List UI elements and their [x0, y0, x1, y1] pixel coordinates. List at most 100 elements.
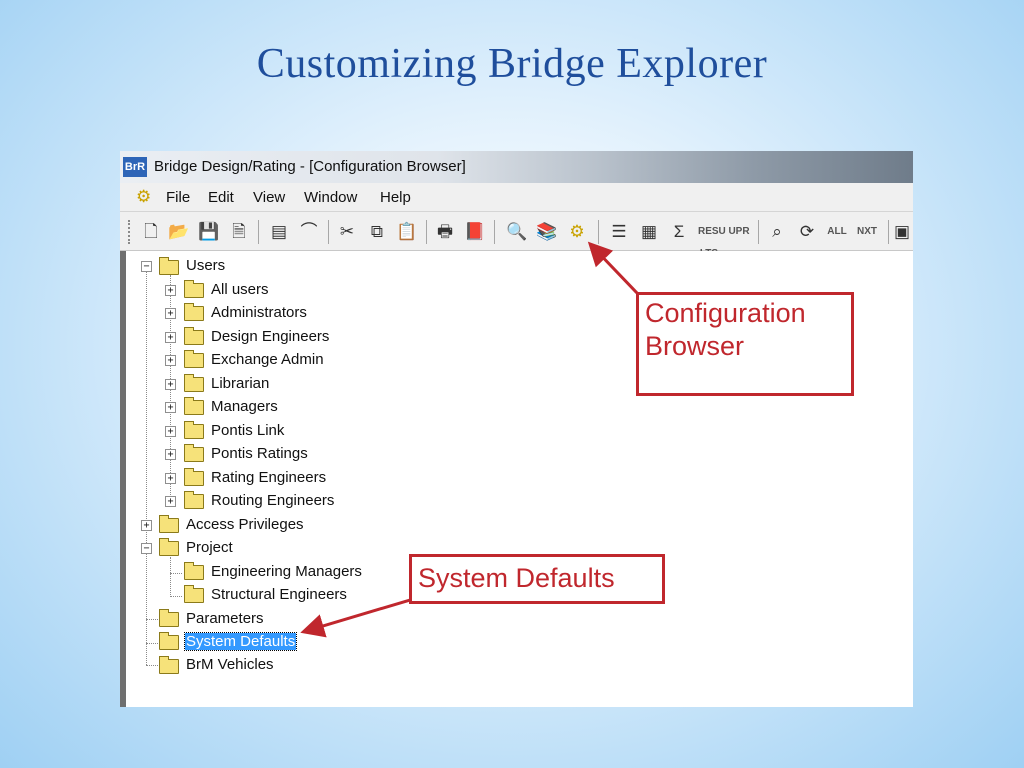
tree-connector: [170, 573, 182, 574]
menu-bar: ⚙ File Edit View Window Help: [120, 183, 913, 212]
tree-connector: [146, 665, 158, 666]
tree-node-exchange-admin[interactable]: Exchange Admin: [211, 351, 324, 368]
tree-connector: [146, 643, 158, 644]
folder-icon: [159, 609, 179, 627]
toolbar-separator: [494, 220, 495, 244]
tree-node-administrators[interactable]: Administrators: [211, 304, 307, 321]
open-folder-icon[interactable]: 📂: [168, 221, 190, 243]
tree-node-routing-engineers[interactable]: Routing Engineers: [211, 492, 334, 509]
menu-view[interactable]: View: [253, 189, 285, 206]
cut-icon[interactable]: ✂: [336, 221, 358, 243]
tree-connector: [146, 619, 158, 620]
table-icon[interactable]: ▦: [638, 221, 660, 243]
collapse-users-icon[interactable]: −: [141, 261, 152, 272]
toolbar-separator: [258, 220, 259, 244]
title-bar[interactable]: BrR Bridge Design/Rating - [Configuratio…: [120, 151, 913, 183]
app-icon: BrR: [123, 157, 147, 177]
folder-icon: [184, 421, 204, 439]
save-properties-icon[interactable]: 🗎: [228, 221, 250, 243]
all-button[interactable]: ALL: [826, 221, 848, 243]
tree-node-system-defaults[interactable]: System Defaults: [183, 632, 298, 651]
summation-icon[interactable]: Σ: [668, 221, 690, 243]
tree-node-librarian[interactable]: Librarian: [211, 375, 269, 392]
tree-node-all-users[interactable]: All users: [211, 281, 269, 298]
tree-node-managers[interactable]: Managers: [211, 398, 278, 415]
expand-icon[interactable]: +: [165, 285, 176, 296]
toolbar-separator: [888, 220, 889, 244]
folder-icon: [159, 538, 179, 556]
tree-left-border: [120, 251, 126, 707]
bridge-folder-icon[interactable]: ▤: [268, 221, 290, 243]
copy-icon[interactable]: ⧉: [366, 221, 388, 243]
window-title: Bridge Design/Rating - [Configuration Br…: [154, 158, 466, 175]
folder-icon: [184, 350, 204, 368]
folder-icon: [159, 257, 179, 275]
folder-icon: [184, 444, 204, 462]
expand-icon[interactable]: +: [165, 449, 176, 460]
expand-icon[interactable]: +: [165, 426, 176, 437]
expand-icon[interactable]: +: [165, 402, 176, 413]
tree-connector: [146, 265, 147, 665]
paste-icon[interactable]: 📋: [396, 221, 418, 243]
folder-icon: [184, 303, 204, 321]
folder-icon: [184, 397, 204, 415]
callout-configuration-browser: Configuration Browser: [636, 292, 854, 396]
toolbar-separator: [758, 220, 759, 244]
toolbar-separator: [328, 220, 329, 244]
menu-window[interactable]: Window: [304, 189, 357, 206]
tree-node-engineering-managers[interactable]: Engineering Managers: [211, 563, 362, 580]
bridge-icon[interactable]: ⌒: [298, 221, 320, 243]
tree-node-pontis-ratings[interactable]: Pontis Ratings: [211, 445, 308, 462]
expand-icon[interactable]: +: [141, 520, 152, 531]
expand-icon[interactable]: +: [165, 473, 176, 484]
slide-title: Customizing Bridge Explorer: [256, 41, 768, 87]
folder-icon: [159, 656, 179, 674]
refresh-icon[interactable]: ⟳: [796, 221, 818, 243]
tree-node-access-privileges[interactable]: Access Privileges: [186, 516, 304, 533]
menu-file[interactable]: File: [166, 189, 190, 206]
tree-node-design-engineers[interactable]: Design Engineers: [211, 328, 329, 345]
folder-icon: [184, 585, 204, 603]
tree-node-parameters[interactable]: Parameters: [186, 610, 264, 627]
tree-node-brm-vehicles[interactable]: BrM Vehicles: [186, 656, 274, 673]
expand-icon[interactable]: +: [165, 332, 176, 343]
folder-icon: [184, 468, 204, 486]
results-button[interactable]: RESU LTS: [698, 221, 726, 259]
new-icon[interactable]: 🗋: [140, 221, 162, 243]
folder-icon: [184, 562, 204, 580]
menu-help[interactable]: Help: [380, 189, 411, 206]
upr-button[interactable]: UPR: [728, 221, 750, 243]
next-button[interactable]: NXT: [856, 221, 878, 243]
bridge-explorer-icon[interactable]: 🔍: [506, 221, 528, 243]
folder-icon: [184, 327, 204, 345]
configuration-browser-icon[interactable]: ⚙: [566, 221, 588, 243]
gears-icon[interactable]: ⚙: [136, 187, 151, 207]
binoculars-icon[interactable]: ⌕: [766, 221, 788, 243]
print-icon[interactable]: 🖶: [434, 221, 456, 243]
tree-node-pontis-link[interactable]: Pontis Link: [211, 422, 284, 439]
folder-icon: [184, 491, 204, 509]
save-icon[interactable]: 💾: [198, 221, 220, 243]
menu-edit[interactable]: Edit: [208, 189, 234, 206]
tree-node-users[interactable]: Users: [186, 257, 225, 274]
folder-icon: [184, 280, 204, 298]
tree-node-project[interactable]: Project: [186, 539, 233, 556]
tree-node-structural-engineers[interactable]: Structural Engineers: [211, 586, 347, 603]
collapse-project-icon[interactable]: −: [141, 543, 152, 554]
schematic-icon[interactable]: ☰: [608, 221, 630, 243]
library-book-icon[interactable]: 📕: [464, 221, 486, 243]
window-icon[interactable]: ▣: [891, 221, 913, 243]
tree-node-rating-engineers[interactable]: Rating Engineers: [211, 469, 326, 486]
callout-system-defaults: System Defaults: [409, 554, 665, 604]
expand-icon[interactable]: +: [165, 496, 176, 507]
tree-connector: [170, 557, 171, 597]
toolbar-separator: [426, 220, 427, 244]
expand-icon[interactable]: +: [165, 355, 176, 366]
library-explorer-icon[interactable]: 📚: [536, 221, 558, 243]
expand-icon[interactable]: +: [165, 308, 176, 319]
folder-icon: [184, 374, 204, 392]
expand-icon[interactable]: +: [165, 379, 176, 390]
toolbar-grip[interactable]: [128, 220, 133, 244]
folder-icon: [159, 515, 179, 533]
toolbar: 🗋 📂 💾 🗎 ▤ ⌒ ✂ ⧉ 📋 🖶 📕 🔍 📚 ⚙ ☰ ▦ Σ RESU L…: [120, 212, 913, 259]
